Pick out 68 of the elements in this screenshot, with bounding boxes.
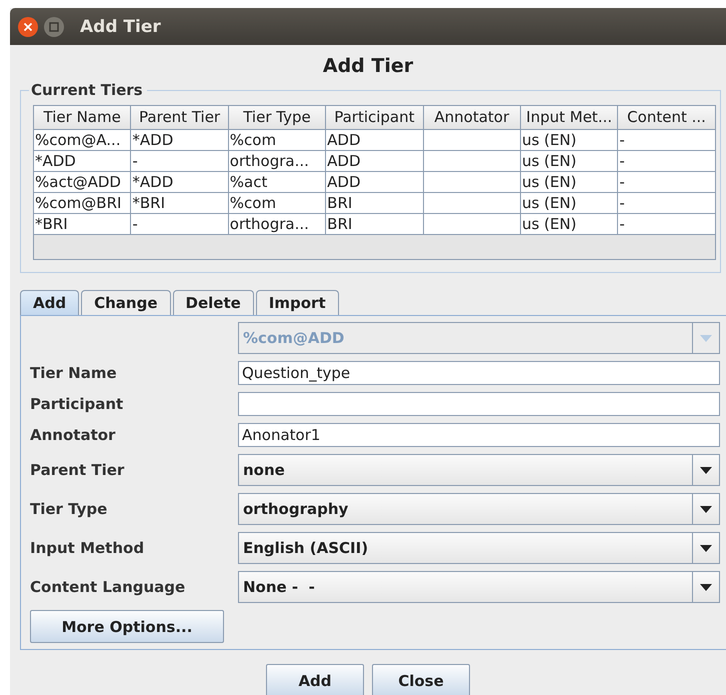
table-cell: ADD (326, 172, 424, 193)
table-cell: %com@BRI (34, 193, 132, 214)
column-header[interactable]: Input Met... (520, 106, 618, 130)
text-field[interactable] (238, 392, 720, 416)
table-cell: - (618, 130, 716, 151)
table-cell: *ADD (131, 130, 229, 151)
table-cell: *BRI (131, 193, 229, 214)
table-cell: - (131, 214, 229, 235)
dropdown[interactable]: None - - (238, 571, 720, 603)
dropdown-arrow-icon (700, 544, 712, 552)
text-field[interactable]: Anonator1 (238, 423, 720, 447)
table-cell: us (EN) (520, 151, 618, 172)
table-cell: %act (228, 172, 326, 193)
table-cell: %com (228, 193, 326, 214)
table-cell: ADD (326, 151, 424, 172)
column-header[interactable]: Tier Type (228, 106, 326, 130)
table-cell: us (EN) (520, 172, 618, 193)
table-cell: orthogra... (228, 151, 326, 172)
column-header[interactable]: Tier Name (34, 106, 132, 130)
table-cell: - (131, 151, 229, 172)
dialog-heading: Add Tier (322, 55, 414, 77)
table-cell: *ADD (131, 172, 229, 193)
maximize-icon[interactable] (44, 16, 64, 36)
table-cell: BRI (326, 214, 424, 235)
dropdown[interactable]: English (ASCII) (238, 532, 720, 564)
table-cell: us (EN) (520, 193, 618, 214)
dialog-button[interactable]: Add (266, 664, 364, 695)
dropdown-arrow-icon (700, 584, 712, 590)
close-icon[interactable] (18, 16, 38, 36)
field-label: Tier Name (30, 364, 118, 382)
group-title: Current Tiers (30, 81, 144, 99)
tab[interactable]: Delete (172, 290, 254, 315)
field-label: Input Method (30, 539, 146, 557)
table-cell: ADD (326, 130, 424, 151)
tab[interactable]: Change (81, 290, 170, 315)
table-cell: *BRI (34, 214, 132, 235)
table-cell: *ADD (34, 151, 132, 172)
table-cell: %com (228, 130, 326, 151)
dropdown-arrow-icon (700, 466, 712, 474)
column-header[interactable]: Participant (326, 106, 424, 130)
table-cell: %com@A... (34, 130, 132, 151)
table-cell: us (EN) (520, 214, 618, 235)
dropdown[interactable]: none (238, 454, 720, 486)
field-label: Content Language (30, 578, 186, 596)
dialog-button[interactable]: Close (372, 664, 470, 695)
field-label: Annotator (30, 426, 116, 444)
column-header[interactable]: Parent Tier (131, 106, 229, 130)
table-cell: - (618, 151, 716, 172)
field-label: Tier Type (30, 500, 108, 518)
column-header[interactable]: Content ... (618, 106, 716, 130)
dropdown[interactable]: orthography (238, 493, 720, 525)
tab[interactable]: Import (256, 290, 339, 315)
table-cell: %act@ADD (34, 172, 132, 193)
table-cell: orthogra... (228, 214, 326, 235)
table-cell: - (618, 214, 716, 235)
more-options-button[interactable]: More Options... (30, 610, 224, 643)
table-cell: - (618, 193, 716, 214)
dropdown-arrow-icon (700, 334, 712, 342)
field-label: Parent Tier (30, 461, 126, 479)
field-label: Participant (30, 395, 124, 413)
table-cell: BRI (326, 193, 424, 214)
window-title: Add Tier (80, 16, 161, 36)
column-header[interactable]: Annotator (424, 106, 521, 130)
text-field[interactable]: Question_type (238, 361, 720, 385)
dropdown-arrow-icon (700, 506, 712, 512)
table-cell: us (EN) (520, 130, 618, 151)
tab[interactable]: Add (20, 290, 80, 315)
table-cell: - (618, 172, 716, 193)
